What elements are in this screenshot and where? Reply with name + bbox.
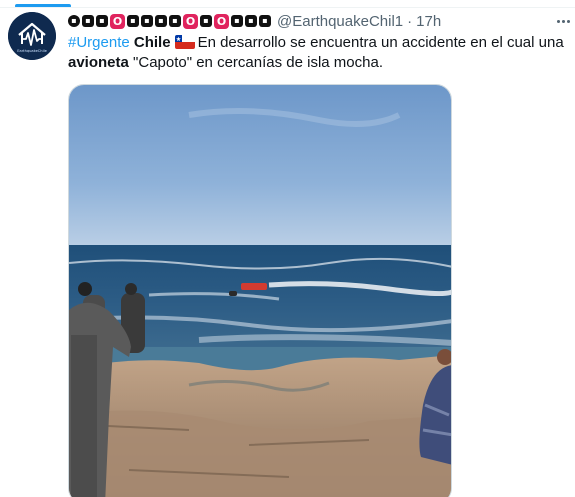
name-glyph: ▪ bbox=[96, 15, 108, 27]
name-glyph: ▪ bbox=[245, 15, 257, 27]
name-glyph: ▪ bbox=[169, 15, 181, 27]
tweet-bold-word: avioneta bbox=[68, 54, 129, 71]
tweet-media-photo[interactable] bbox=[68, 84, 452, 497]
chile-flag-icon bbox=[174, 35, 195, 49]
seismograph-house-logo-icon: EarthquakeChile bbox=[8, 12, 56, 60]
name-glyph: ▪ bbox=[200, 15, 212, 27]
name-glyph: O bbox=[110, 13, 125, 29]
display-name[interactable]: ▪ ▪ ▪ O ▪ ▪ ▪ ▪ O ▪ O ▪ ▪ ▪ bbox=[68, 13, 271, 29]
more-options-icon bbox=[556, 19, 560, 23]
separator-dot: · bbox=[407, 12, 413, 30]
name-glyph: O bbox=[183, 13, 198, 29]
name-glyph: ▪ bbox=[141, 15, 153, 27]
tweet-header: ▪ ▪ ▪ O ▪ ▪ ▪ ▪ O ▪ O ▪ ▪ ▪ @EarthquakeC… bbox=[68, 11, 441, 31]
tweet-body-part2: "Capoto" en cercanías de isla mocha. bbox=[133, 54, 383, 71]
name-glyph: ▪ bbox=[259, 15, 271, 27]
avatar[interactable]: EarthquakeChile bbox=[8, 12, 56, 60]
name-glyph: ▪ bbox=[155, 15, 167, 27]
divider bbox=[0, 7, 575, 8]
country-text: Chile bbox=[133, 34, 171, 51]
timestamp[interactable]: 17h bbox=[416, 13, 441, 30]
beach-accident-photo bbox=[69, 85, 451, 497]
user-handle[interactable]: @EarthquakeChil1 bbox=[277, 13, 403, 30]
more-options-button[interactable] bbox=[553, 12, 573, 30]
name-glyph: O bbox=[214, 13, 229, 29]
more-options-icon bbox=[561, 19, 565, 23]
name-glyph: ▪ bbox=[82, 15, 94, 27]
svg-text:EarthquakeChile: EarthquakeChile bbox=[17, 49, 47, 53]
name-glyph: ▪ bbox=[231, 15, 243, 27]
tweet-card: EarthquakeChile ▪ ▪ ▪ O ▪ ▪ ▪ ▪ O ▪ O ▪ … bbox=[0, 0, 575, 497]
name-glyph: ▪ bbox=[68, 15, 80, 27]
name-glyph: ▪ bbox=[127, 15, 139, 27]
tweet-text: #Urgente Chile En desarrollo se encuentra… bbox=[68, 33, 573, 73]
more-options-icon bbox=[566, 19, 570, 23]
hashtag-link[interactable]: #Urgente bbox=[68, 34, 130, 51]
tweet-body-part1: En desarrollo se encuentra un accidente … bbox=[197, 34, 564, 51]
